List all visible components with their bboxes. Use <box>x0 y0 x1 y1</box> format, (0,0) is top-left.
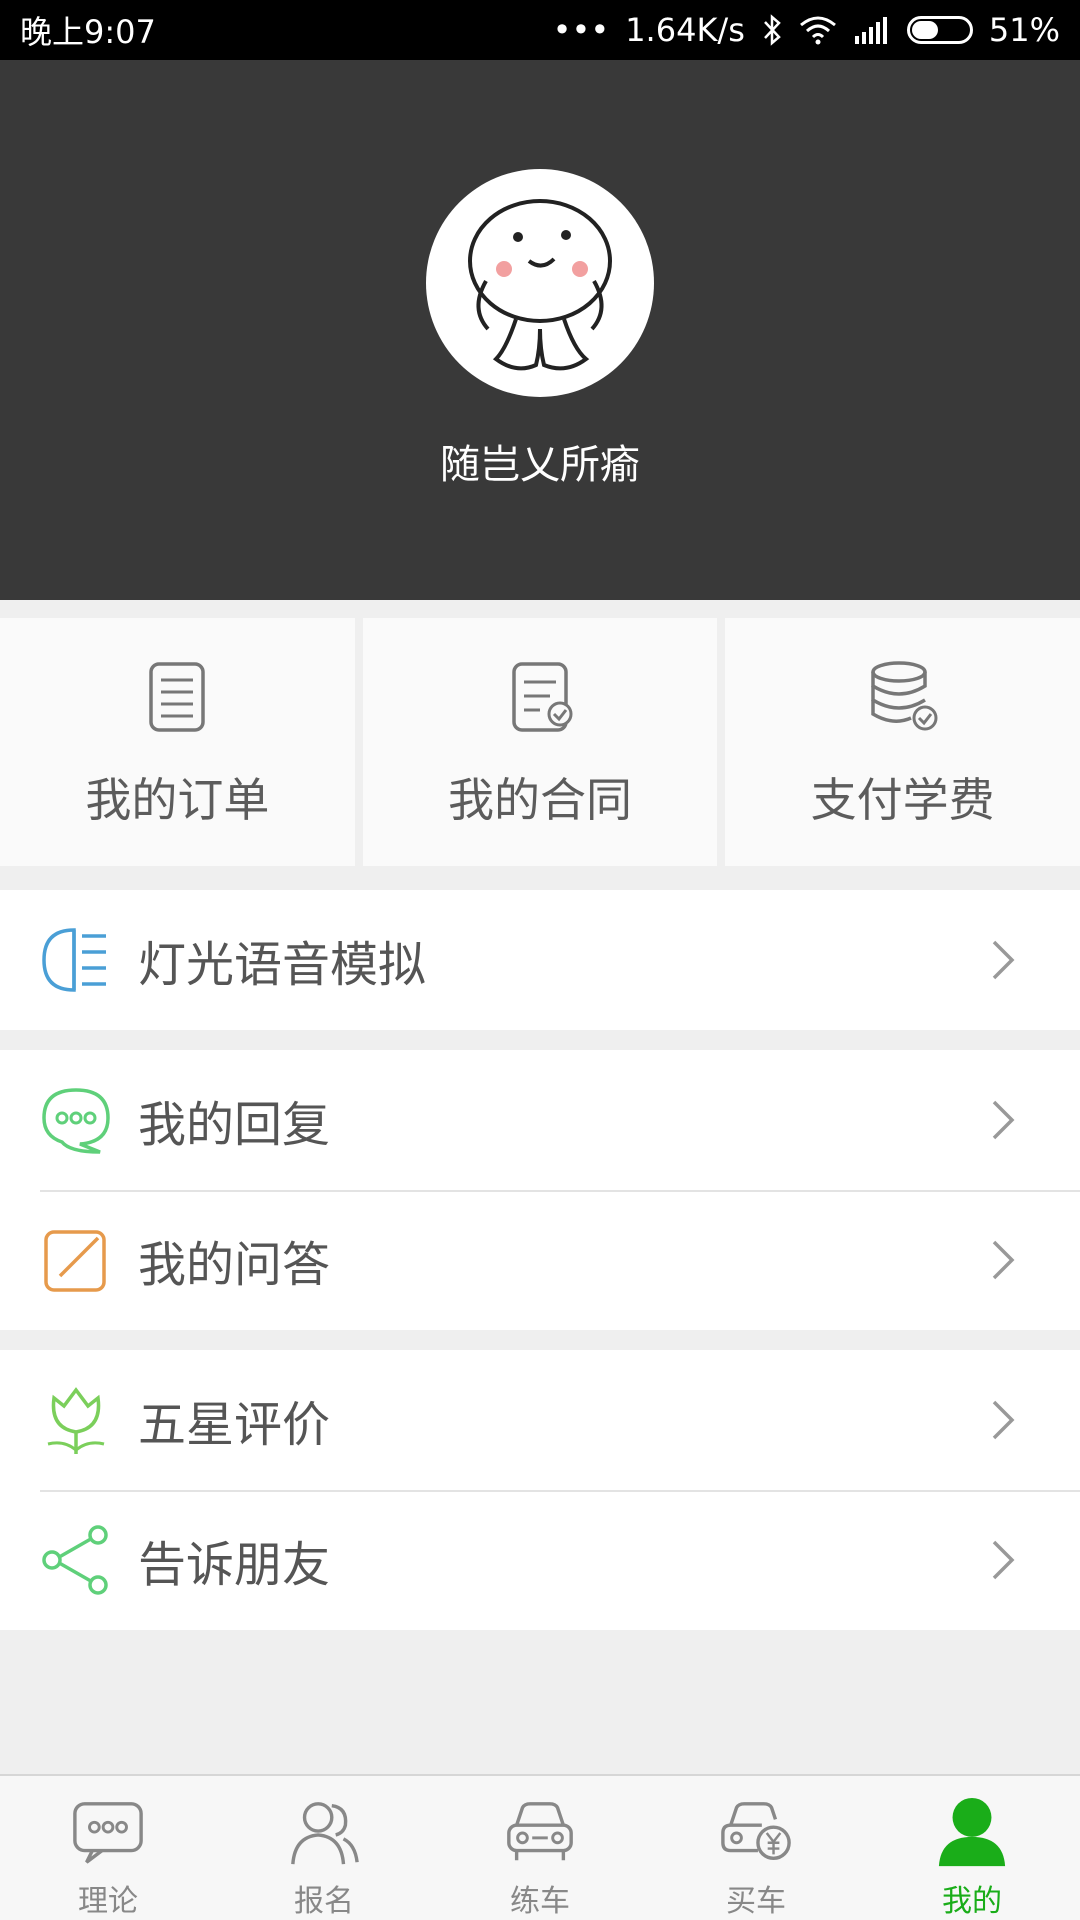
status-right: ••• 1.64K/s 51% <box>553 11 1060 49</box>
username: 随岂乂所瘉 <box>440 442 640 488</box>
five-star-rating-label: 五星评价 <box>138 1397 331 1453</box>
status-time: 晚上9:07 <box>20 13 156 51</box>
pay-tuition-label: 支付学费 <box>810 773 995 827</box>
my-replies-label: 我的回复 <box>138 1097 331 1153</box>
light-voice-sim-item[interactable]: 灯光语音模拟 <box>0 890 1080 1030</box>
people-icon <box>291 1802 359 1865</box>
quick-actions: 我的订单 我的合同 支付学费 <box>0 618 1080 866</box>
car-yen-icon <box>721 1802 791 1861</box>
tab-practice-label: 练车 <box>510 1884 570 1919</box>
bluetooth-icon <box>761 13 783 47</box>
chat-bubble-icon <box>42 1088 110 1154</box>
light-voice-sim-label: 灯光语音模拟 <box>138 937 427 993</box>
menu-group-2: 我的回复 我的问答 <box>0 1050 1080 1330</box>
payment-icon <box>870 661 938 731</box>
menu-group-3: 五星评价 告诉朋友 <box>0 1350 1080 1630</box>
tulip-icon <box>47 1387 105 1454</box>
five-star-rating-item[interactable]: 五星评价 <box>0 1350 1080 1490</box>
tab-theory-label: 理论 <box>78 1884 138 1919</box>
user-icon <box>938 1797 1006 1867</box>
battery-percent: 51% <box>988 11 1060 49</box>
tell-friends-item[interactable]: 告诉朋友 <box>0 1490 1080 1630</box>
my-orders-label: 我的订单 <box>85 773 270 827</box>
order-icon <box>149 662 206 732</box>
tab-mine[interactable]: 我的 <box>864 1776 1080 1920</box>
my-replies-item[interactable]: 我的回复 <box>0 1050 1080 1190</box>
chevron-right-icon <box>992 1540 1015 1580</box>
my-qa-item[interactable]: 我的问答 <box>0 1190 1080 1330</box>
my-orders-button[interactable]: 我的订单 <box>0 618 355 866</box>
headlight-icon <box>42 928 106 992</box>
more-dots-icon: ••• <box>552 11 610 49</box>
tab-theory[interactable]: 理论 <box>0 1776 216 1920</box>
tab-enroll-label: 报名 <box>294 1884 354 1919</box>
my-contracts-label: 我的合同 <box>448 773 632 827</box>
tab-mine-label: 我的 <box>942 1884 1002 1919</box>
contract-icon <box>512 662 573 732</box>
signal-icon <box>853 16 891 44</box>
chevron-right-icon <box>992 1400 1015 1440</box>
pay-tuition-button[interactable]: 支付学费 <box>725 618 1080 866</box>
share-icon <box>42 1525 108 1595</box>
avatar[interactable] <box>426 169 654 397</box>
tab-practice[interactable]: 练车 <box>432 1776 648 1920</box>
network-speed: 1.64K/s <box>625 11 745 49</box>
chevron-right-icon <box>992 940 1015 980</box>
tab-enroll[interactable]: 报名 <box>216 1776 432 1920</box>
chevron-right-icon <box>992 1100 1015 1140</box>
edit-icon <box>44 1230 106 1292</box>
bottom-nav: 理论 报名 练车 买车 我的 <box>0 1774 1080 1920</box>
tab-buy-car-label: 买车 <box>726 1884 786 1919</box>
avatar-image <box>468 199 612 371</box>
chevron-right-icon <box>992 1240 1015 1280</box>
menu-group-1: 灯光语音模拟 <box>0 890 1080 1030</box>
tab-buy-car[interactable]: 买车 <box>648 1776 864 1920</box>
profile-header: 随岂乂所瘉 <box>0 60 1080 600</box>
tell-friends-label: 告诉朋友 <box>138 1537 331 1593</box>
chat-bubble-icon <box>73 1802 143 1864</box>
battery-icon <box>906 16 973 44</box>
my-contracts-button[interactable]: 我的合同 <box>362 618 718 866</box>
my-qa-label: 我的问答 <box>138 1237 331 1293</box>
wifi-icon <box>799 15 837 45</box>
status-bar: 晚上9:07 ••• 1.64K/s 51% <box>0 0 1080 60</box>
car-icon <box>507 1802 573 1861</box>
